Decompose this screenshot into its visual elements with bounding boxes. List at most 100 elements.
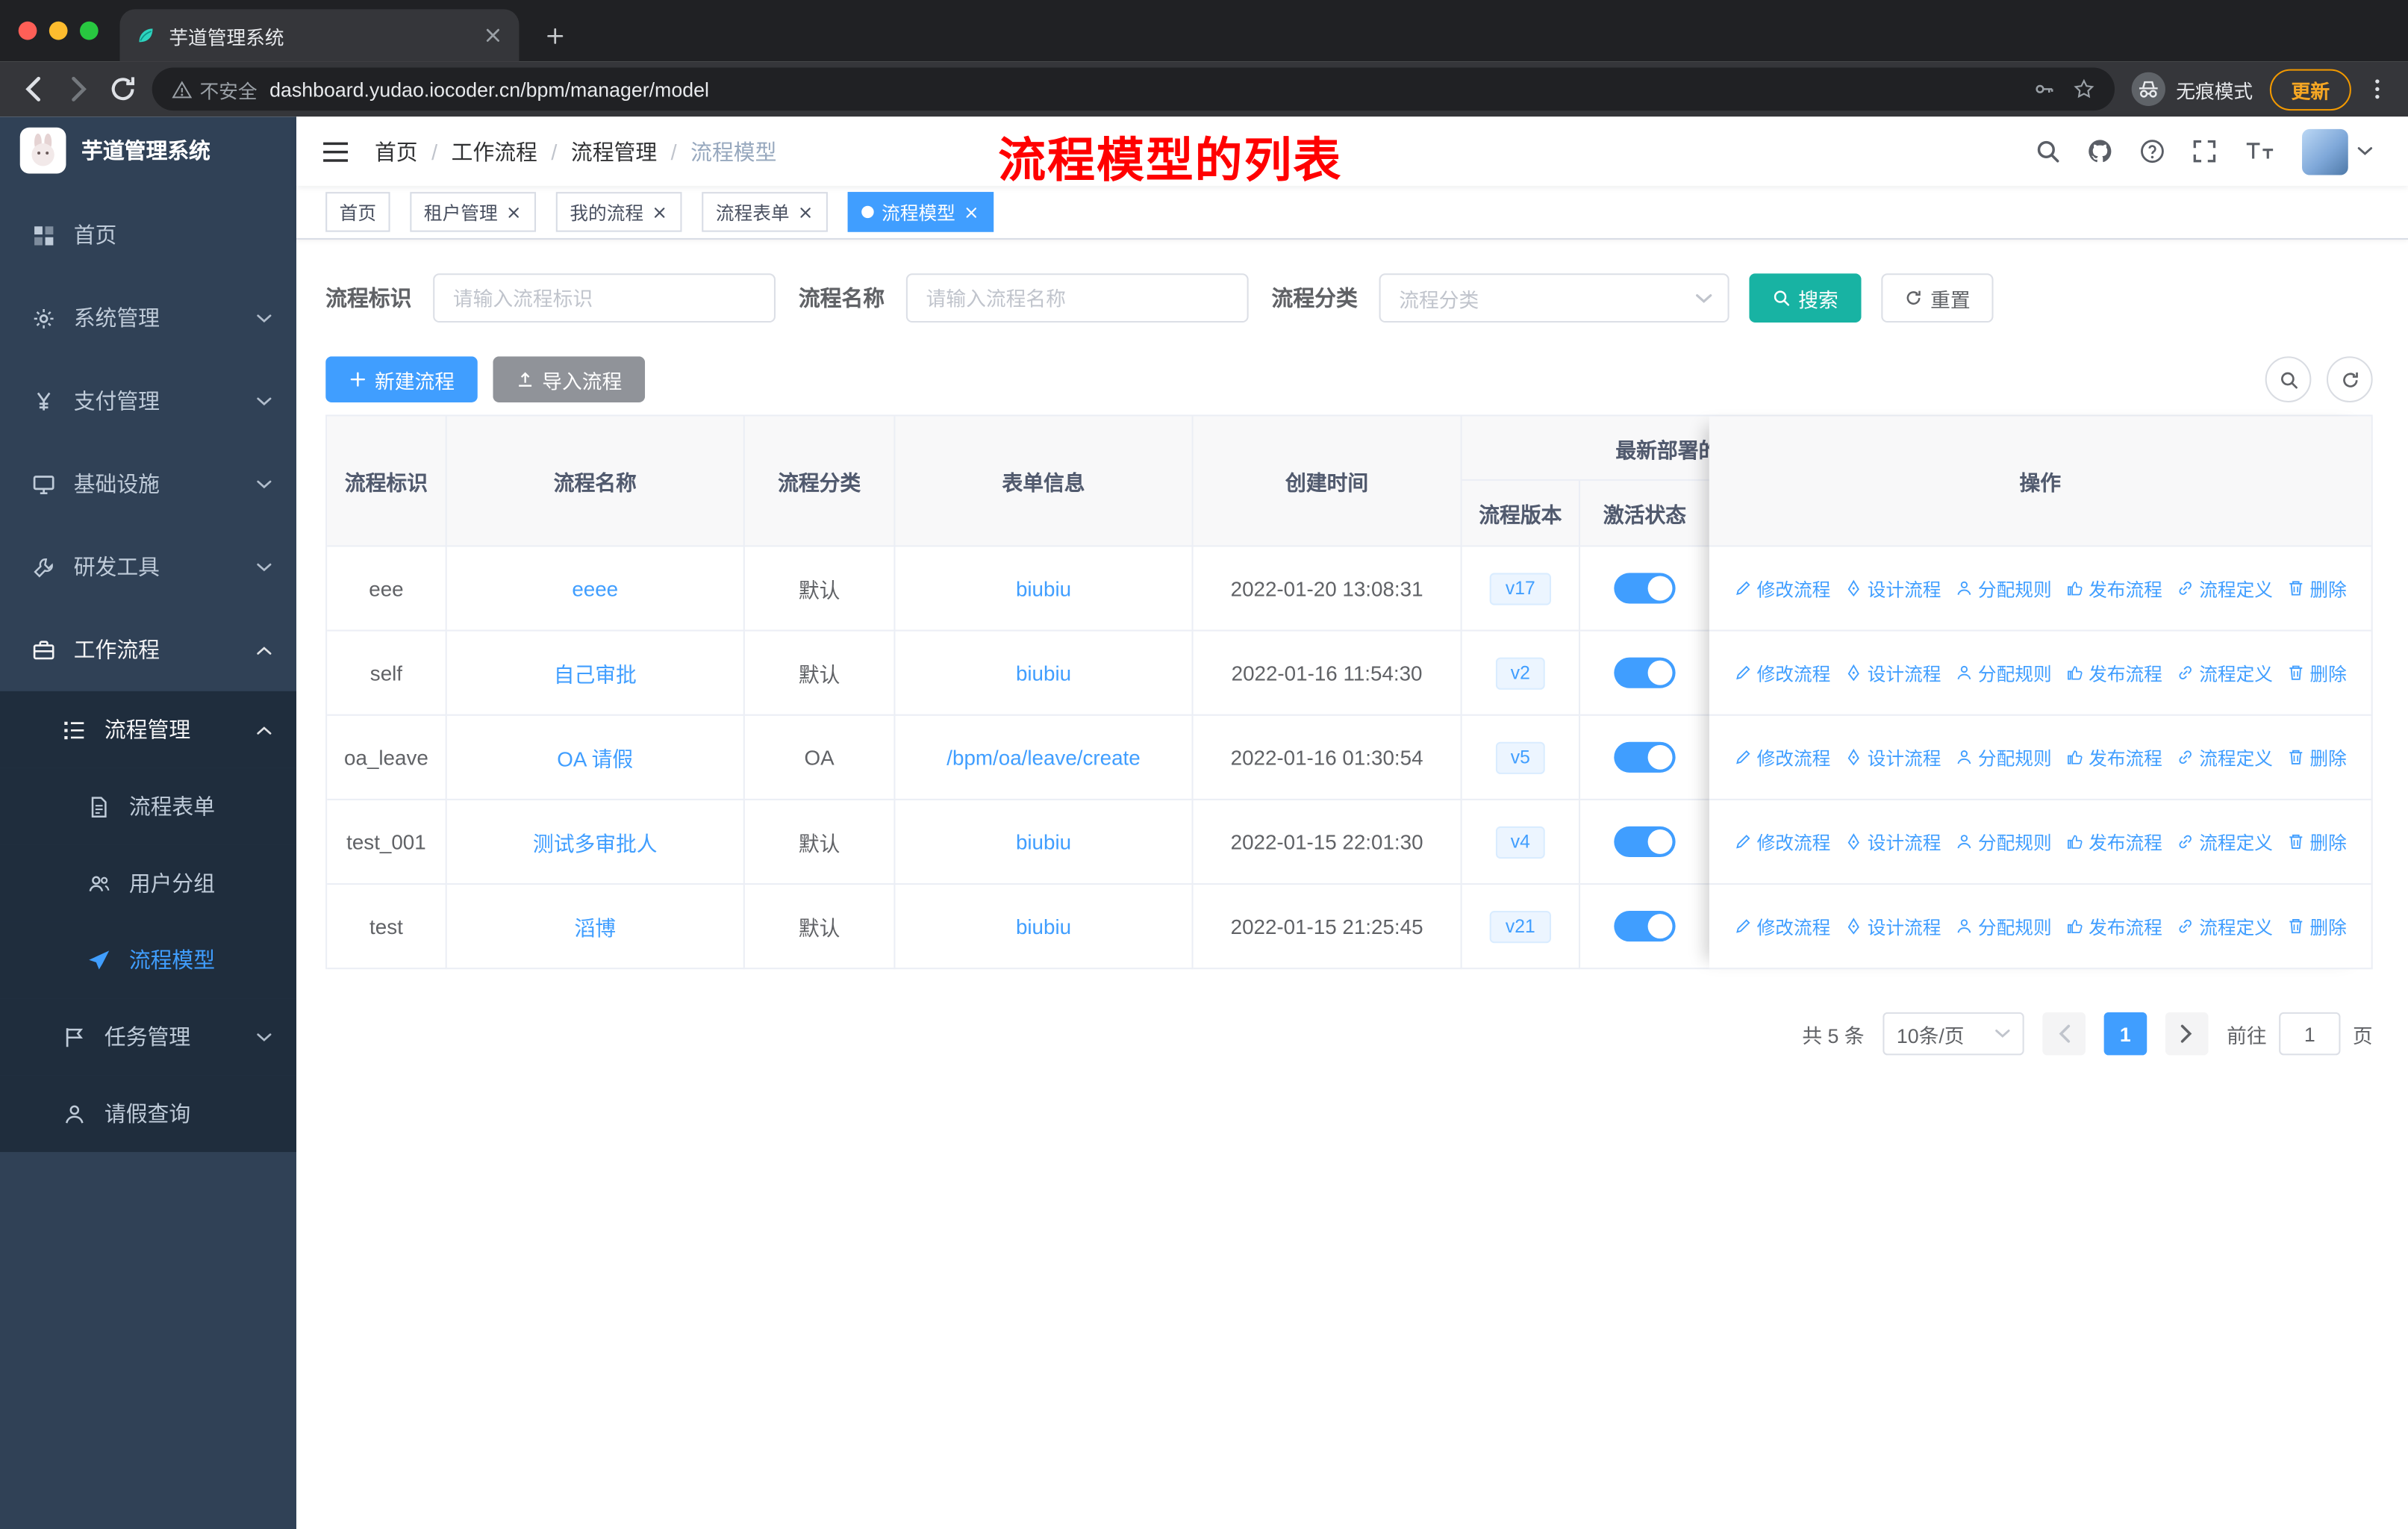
- active-toggle[interactable]: [1614, 741, 1676, 773]
- assign-action[interactable]: 分配规则: [1955, 913, 2052, 939]
- model-name-link[interactable]: 自己审批: [554, 658, 637, 688]
- form-link[interactable]: biubiu: [1016, 577, 1071, 600]
- forward-button[interactable]: [63, 74, 93, 105]
- sidebar-item-5[interactable]: 工作流程: [0, 608, 296, 691]
- tag-close-icon[interactable]: [651, 204, 668, 221]
- delete-action[interactable]: 删除: [2287, 913, 2347, 939]
- back-button[interactable]: [19, 74, 49, 105]
- sidebar-item-10[interactable]: 任务管理: [0, 998, 297, 1076]
- tag-close-icon[interactable]: [505, 204, 523, 221]
- design-action[interactable]: 设计流程: [1844, 575, 1941, 601]
- window-minimize-button[interactable]: [49, 21, 68, 40]
- sidebar-item-2[interactable]: 支付管理: [0, 359, 296, 442]
- assign-action[interactable]: 分配规则: [1955, 829, 2052, 855]
- tab-close-icon[interactable]: [482, 25, 504, 46]
- toggle-search-button[interactable]: [2265, 356, 2312, 403]
- sidebar-item-7[interactable]: 流程表单: [0, 767, 297, 845]
- definition-action[interactable]: 流程定义: [2176, 913, 2273, 939]
- sidebar-item-3[interactable]: 基础设施: [0, 443, 296, 526]
- page-size-select[interactable]: 10条/页: [1883, 1012, 2024, 1056]
- delete-action[interactable]: 删除: [2287, 660, 2347, 686]
- model-name-link[interactable]: 测试多审批人: [533, 826, 658, 857]
- publish-action[interactable]: 发布流程: [2065, 575, 2162, 601]
- user-menu[interactable]: [2302, 128, 2373, 175]
- tag-item-4[interactable]: 流程模型: [847, 192, 994, 232]
- tag-close-icon[interactable]: [797, 204, 814, 221]
- sidebar-collapse-button[interactable]: [321, 139, 350, 164]
- tag-item-1[interactable]: 租户管理: [410, 192, 537, 232]
- breadcrumb-item[interactable]: 流程管理: [571, 136, 657, 166]
- address-bar[interactable]: 不安全 dashboard.yudao.iocoder.cn/bpm/manag…: [152, 67, 2115, 111]
- category-filter-select[interactable]: 流程分类: [1379, 273, 1729, 323]
- sidebar-item-8[interactable]: 用户分组: [0, 844, 297, 922]
- delete-action[interactable]: 删除: [2287, 744, 2347, 770]
- goto-page-input[interactable]: [2279, 1012, 2341, 1056]
- browser-menu-button[interactable]: [2365, 77, 2389, 102]
- key-filter-input[interactable]: [433, 273, 776, 323]
- name-filter-input[interactable]: [905, 273, 1249, 323]
- key-icon[interactable]: [2033, 78, 2055, 100]
- design-action[interactable]: 设计流程: [1844, 744, 1941, 770]
- tag-item-0[interactable]: 首页: [325, 192, 390, 232]
- page-number-1[interactable]: 1: [2103, 1012, 2147, 1056]
- design-action[interactable]: 设计流程: [1844, 913, 1941, 939]
- search-button[interactable]: 搜索: [1749, 273, 1862, 323]
- publish-action[interactable]: 发布流程: [2065, 660, 2162, 686]
- prev-page-button[interactable]: [2042, 1012, 2086, 1056]
- reset-button[interactable]: 重置: [1881, 273, 1994, 323]
- design-action[interactable]: 设计流程: [1844, 660, 1941, 686]
- active-toggle[interactable]: [1614, 826, 1676, 858]
- browser-update-button[interactable]: 更新: [2269, 68, 2351, 110]
- delete-action[interactable]: 删除: [2287, 575, 2347, 601]
- assign-action[interactable]: 分配规则: [1955, 575, 2052, 601]
- definition-action[interactable]: 流程定义: [2176, 660, 2273, 686]
- publish-action[interactable]: 发布流程: [2065, 829, 2162, 855]
- sidebar-item-4[interactable]: 研发工具: [0, 526, 296, 608]
- definition-action[interactable]: 流程定义: [2176, 575, 2273, 601]
- active-toggle[interactable]: [1614, 911, 1676, 942]
- design-action[interactable]: 设计流程: [1844, 829, 1941, 855]
- breadcrumb-item[interactable]: 首页: [375, 136, 418, 166]
- sidebar-item-6[interactable]: 流程管理: [0, 691, 297, 768]
- publish-action[interactable]: 发布流程: [2065, 744, 2162, 770]
- modify-action[interactable]: 修改流程: [1734, 575, 1830, 601]
- window-close-button[interactable]: [18, 21, 37, 40]
- modify-action[interactable]: 修改流程: [1734, 744, 1830, 770]
- window-zoom-button[interactable]: [79, 21, 99, 40]
- reload-button[interactable]: [107, 74, 138, 105]
- sidebar-item-1[interactable]: 系统管理: [0, 276, 296, 359]
- model-name-link[interactable]: 滔博: [574, 911, 616, 941]
- bookmark-star-icon[interactable]: [2073, 78, 2094, 100]
- tag-close-icon[interactable]: [963, 204, 980, 221]
- modify-action[interactable]: 修改流程: [1734, 829, 1830, 855]
- definition-action[interactable]: 流程定义: [2176, 744, 2273, 770]
- form-link[interactable]: biubiu: [1016, 830, 1071, 853]
- new-tab-button[interactable]: [534, 16, 574, 55]
- header-search-button[interactable]: [2035, 138, 2061, 164]
- sidebar-item-0[interactable]: 首页: [0, 193, 296, 276]
- delete-action[interactable]: 删除: [2287, 829, 2347, 855]
- active-toggle[interactable]: [1614, 573, 1676, 604]
- browser-tab[interactable]: 芋道管理系统: [119, 9, 520, 62]
- form-link[interactable]: /bpm/oa/leave/create: [946, 746, 1140, 769]
- model-name-link[interactable]: eeee: [572, 577, 618, 600]
- definition-action[interactable]: 流程定义: [2176, 829, 2273, 855]
- breadcrumb-item[interactable]: 工作流程: [452, 136, 537, 166]
- sidebar-item-11[interactable]: 请假查询: [0, 1075, 297, 1153]
- fullscreen-button[interactable]: [2192, 138, 2218, 164]
- assign-action[interactable]: 分配规则: [1955, 744, 2052, 770]
- form-link[interactable]: biubiu: [1016, 915, 1071, 938]
- assign-action[interactable]: 分配规则: [1955, 660, 2052, 686]
- import-flow-button[interactable]: 导入流程: [493, 356, 646, 403]
- github-icon[interactable]: [2087, 138, 2113, 164]
- modify-action[interactable]: 修改流程: [1734, 913, 1830, 939]
- font-size-button[interactable]: [2244, 138, 2276, 164]
- sidebar-item-9[interactable]: 流程模型: [0, 921, 297, 999]
- help-button[interactable]: [2139, 138, 2165, 164]
- tag-item-2[interactable]: 我的流程: [555, 192, 682, 232]
- active-toggle[interactable]: [1614, 657, 1676, 688]
- publish-action[interactable]: 发布流程: [2065, 913, 2162, 939]
- create-flow-button[interactable]: 新建流程: [325, 356, 478, 403]
- next-page-button[interactable]: [2165, 1012, 2209, 1056]
- model-name-link[interactable]: OA 请假: [557, 742, 633, 773]
